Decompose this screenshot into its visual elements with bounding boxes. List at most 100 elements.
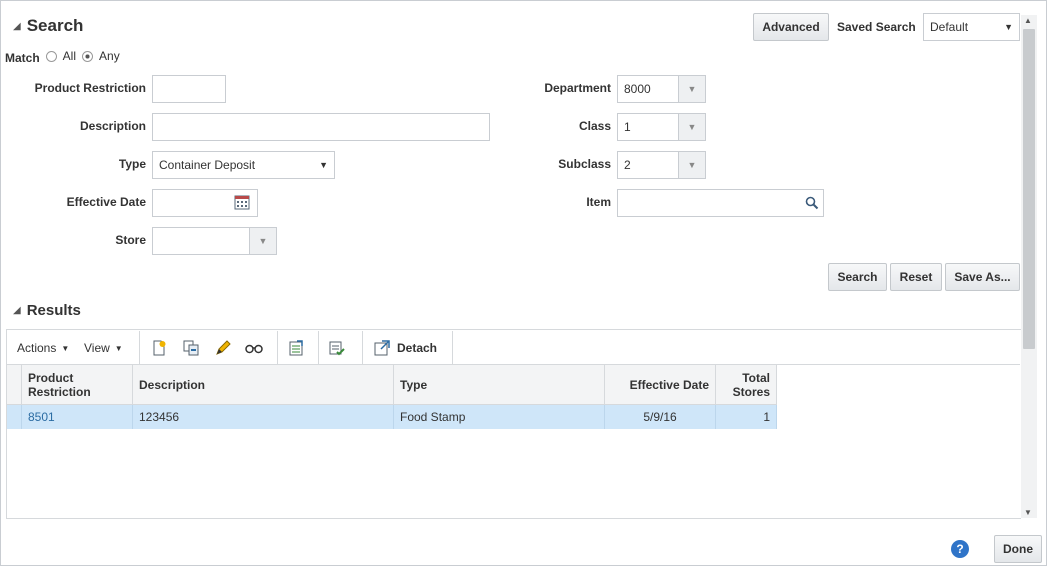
class-label: Class — [578, 119, 611, 133]
view-menu[interactable]: View ▼ — [84, 331, 123, 365]
chevron-down-icon[interactable]: ▼ — [249, 228, 276, 254]
dialog-frame: ◢ Search Match All Any Advanced Saved Se… — [0, 0, 1047, 566]
dropdown-arrow-icon: ▼ — [1004, 22, 1013, 32]
department-label: Department — [544, 81, 611, 95]
table-row[interactable]: 8501 123456 Food Stamp 5/9/16 1 — [7, 405, 777, 429]
caret-down-icon: ▼ — [114, 343, 123, 353]
reset-button[interactable]: Reset — [890, 263, 942, 291]
collapse-triangle-icon[interactable]: ◢ — [13, 305, 21, 316]
effective-date-label: Effective Date — [66, 195, 146, 209]
type-cell: Food Stamp — [394, 405, 605, 429]
view-details-button[interactable] — [245, 331, 263, 365]
effective-date-input[interactable] — [152, 189, 258, 217]
item-input[interactable] — [617, 189, 824, 217]
calendar-icon[interactable] — [234, 195, 250, 213]
store-label: Store — [115, 233, 146, 247]
column-header-line: Total — [742, 371, 770, 385]
column-header-line: Product — [28, 371, 74, 385]
caret-down-icon: ▼ — [61, 343, 70, 353]
row-header-cell — [7, 405, 22, 429]
match-label: Match — [5, 51, 40, 65]
detach-window-icon — [373, 339, 391, 357]
store-combobox[interactable]: ▼ — [152, 227, 277, 255]
chevron-down-icon[interactable]: ▼ — [678, 114, 705, 140]
column-header-line: Stores — [732, 385, 770, 399]
scrollbar-thumb[interactable] — [1023, 29, 1035, 349]
done-button[interactable]: Done — [994, 535, 1042, 563]
new-document-icon — [150, 339, 168, 357]
department-combobox[interactable]: 8000 ▼ — [617, 75, 706, 103]
help-icon[interactable]: ? — [951, 540, 969, 558]
saved-search-label: Saved Search — [837, 20, 916, 34]
department-value: 8000 — [624, 82, 651, 96]
chevron-down-icon[interactable]: ▼ — [678, 76, 705, 102]
results-toolbar: Actions ▼ View ▼ Detach — [7, 331, 1020, 365]
glasses-icon — [245, 339, 263, 357]
saved-search-value: Default — [930, 20, 969, 34]
match-row: Match All Any — [5, 47, 120, 65]
subclass-label: Subclass — [558, 157, 611, 171]
column-header-line: Restriction — [28, 385, 91, 399]
results-table-header: Product Restriction Description Type Eff… — [7, 365, 777, 405]
search-icon[interactable] — [805, 196, 819, 213]
subclass-combobox[interactable]: 2 ▼ — [617, 151, 706, 179]
actions-menu[interactable]: Actions ▼ — [17, 331, 69, 365]
export-button[interactable] — [287, 331, 305, 365]
detach-label: Detach — [397, 341, 438, 355]
match-any-radio[interactable] — [82, 50, 94, 62]
save-as-button[interactable]: Save As... — [945, 263, 1020, 291]
create-from-existing-button[interactable] — [182, 331, 200, 365]
type-select[interactable]: Container Deposit ▼ — [152, 151, 335, 179]
match-any-label: Any — [99, 49, 120, 63]
advanced-button[interactable]: Advanced — [753, 13, 829, 41]
type-value: Container Deposit — [159, 158, 256, 172]
column-header-description[interactable]: Description — [133, 365, 394, 405]
column-header-effective-date[interactable]: Effective Date — [605, 365, 716, 405]
type-label: Type — [118, 157, 146, 171]
product-restriction-label: Product Restriction — [34, 81, 146, 95]
checklist-icon — [328, 339, 346, 357]
item-label: Item — [586, 195, 611, 209]
copy-document-icon — [182, 339, 200, 357]
search-button[interactable]: Search — [828, 263, 887, 291]
detach-button[interactable]: Detach — [373, 331, 437, 365]
effective-date-cell: 5/9/16 — [605, 405, 716, 429]
export-spreadsheet-icon — [287, 339, 305, 357]
row-header-column — [7, 365, 22, 405]
product-restriction-link[interactable]: 8501 — [22, 405, 133, 429]
column-header-total-stores[interactable]: Total Stores — [716, 365, 777, 405]
scroll-up-arrow-icon[interactable]: ▲ — [1024, 16, 1032, 25]
saved-search-select[interactable]: Default ▼ — [923, 13, 1020, 41]
product-restriction-input[interactable] — [152, 75, 226, 103]
collapse-triangle-icon[interactable]: ◢ — [13, 21, 21, 32]
search-title: Search — [26, 16, 84, 35]
edit-button[interactable] — [214, 331, 232, 365]
pencil-icon — [214, 339, 232, 357]
toolbar-divider — [452, 331, 453, 365]
results-title: Results — [26, 302, 81, 319]
match-all-radio[interactable] — [45, 50, 57, 62]
column-header-product-restriction[interactable]: Product Restriction — [22, 365, 133, 405]
total-stores-cell: 1 — [716, 405, 777, 429]
approve-button[interactable] — [328, 331, 346, 365]
actions-label: Actions — [17, 341, 57, 355]
vertical-scrollbar[interactable]: ▲ ▼ — [1021, 15, 1037, 518]
toolbar-divider — [318, 331, 319, 365]
view-label: View — [84, 341, 110, 355]
toolbar-divider — [277, 331, 278, 365]
help-glyph: ? — [956, 542, 964, 556]
scroll-down-arrow-icon[interactable]: ▼ — [1024, 508, 1032, 517]
description-input[interactable] — [152, 113, 490, 141]
description-label: Description — [79, 119, 146, 133]
results-section-header[interactable]: ◢ Results — [13, 302, 81, 319]
class-combobox[interactable]: 1 ▼ — [617, 113, 706, 141]
search-section-header[interactable]: ◢ Search — [13, 16, 83, 36]
toolbar-divider — [139, 331, 140, 365]
chevron-down-icon[interactable]: ▼ — [678, 152, 705, 178]
description-cell: 123456 — [133, 405, 394, 429]
toolbar-divider — [362, 331, 363, 365]
create-button[interactable] — [150, 331, 168, 365]
match-all-label: All — [62, 49, 77, 63]
subclass-value: 2 — [624, 158, 631, 172]
column-header-type[interactable]: Type — [394, 365, 605, 405]
